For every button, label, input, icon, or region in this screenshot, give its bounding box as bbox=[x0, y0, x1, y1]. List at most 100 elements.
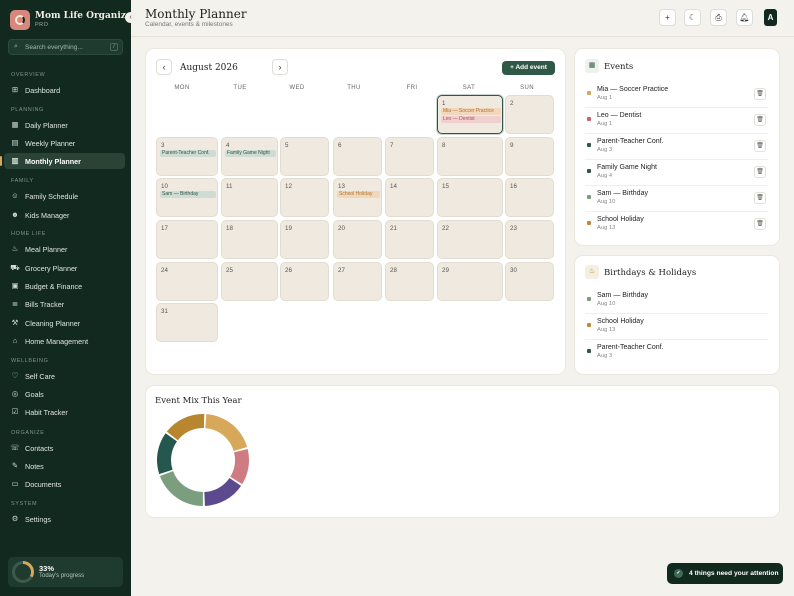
add-event-button[interactable]: + Add event bbox=[502, 61, 555, 75]
sidebar-item-weekly-planner[interactable]: ▤ Weekly Planner bbox=[4, 135, 125, 151]
sidebar-item-monthly-planner[interactable]: ▥ Monthly Planner bbox=[0, 153, 125, 169]
sidebar-item-home-management[interactable]: ⌂ Home Management bbox=[4, 333, 125, 349]
calendar-day[interactable]: 1 Mia — Soccer Practice Leo — Dentist bbox=[437, 95, 503, 134]
event-title[interactable]: Parent-Teacher Conf. bbox=[597, 138, 664, 145]
delete-event-button[interactable]: 🗑︎ bbox=[754, 166, 766, 178]
calendar-event-chip[interactable]: Leo — Dentist bbox=[441, 116, 501, 123]
event-mix-title: Event Mix This Year bbox=[155, 396, 242, 406]
calendar-event-chip[interactable]: School Holiday bbox=[337, 191, 380, 198]
calendar-day[interactable]: 17 bbox=[156, 220, 218, 259]
calendar-day[interactable]: 18 bbox=[221, 220, 278, 259]
delete-event-button[interactable]: 🗑︎ bbox=[754, 114, 766, 126]
donut-slice[interactable] bbox=[166, 414, 205, 441]
weekday-wed: WED bbox=[289, 85, 305, 91]
calendar-day[interactable]: 12 bbox=[280, 178, 329, 217]
calendar-day[interactable]: 29 bbox=[437, 262, 503, 301]
calendar-day[interactable]: 30 bbox=[505, 262, 554, 301]
notifications-button[interactable]: 🔔︎ bbox=[736, 9, 753, 26]
event-title[interactable]: Mia — Soccer Practice bbox=[597, 86, 668, 93]
calendar-event-chip[interactable]: Parent-Teacher Conf. bbox=[160, 150, 216, 157]
calendar-day[interactable]: 4 Family Game Night bbox=[221, 137, 278, 176]
sidebar-item-kids-manager[interactable]: ☻ Kids Manager bbox=[4, 207, 125, 223]
next-month-button[interactable]: › bbox=[272, 59, 288, 75]
sidebar-item-bills-tracker[interactable]: ≣ Bills Tracker bbox=[4, 296, 125, 312]
birthday-title[interactable]: Parent-Teacher Conf. bbox=[597, 344, 664, 351]
calendar-event-chip[interactable]: Sam — Birthday bbox=[160, 191, 216, 198]
calendar-event-chip[interactable]: Mia — Soccer Practice bbox=[441, 108, 501, 115]
sidebar-item-self-care[interactable]: ♡ Self Care bbox=[4, 368, 125, 384]
calendar-day[interactable]: 15 bbox=[437, 178, 503, 217]
birthday-title[interactable]: School Holiday bbox=[597, 318, 644, 325]
delete-event-button[interactable]: 🗑︎ bbox=[754, 140, 766, 152]
calendar-day[interactable]: 28 bbox=[385, 262, 434, 301]
calendar-day[interactable]: 27 bbox=[333, 262, 382, 301]
delete-event-button[interactable]: 🗑︎ bbox=[754, 218, 766, 230]
calendar-event-chip[interactable]: Family Game Night bbox=[225, 150, 276, 157]
search-input[interactable] bbox=[25, 42, 105, 52]
sidebar-item-documents[interactable]: ▭ Documents bbox=[4, 476, 125, 492]
sidebar-item-goals[interactable]: ◎ Goals bbox=[4, 386, 125, 402]
day-number: 19 bbox=[285, 225, 292, 232]
calendar-day[interactable]: 10 Sam — Birthday bbox=[156, 178, 218, 217]
delete-event-button[interactable]: 🗑︎ bbox=[754, 192, 766, 204]
donut-slice[interactable] bbox=[157, 433, 177, 475]
calendar-day[interactable]: 26 bbox=[280, 262, 329, 301]
calendar-icon: ▦ bbox=[11, 120, 19, 129]
search-box[interactable]: ⌕ / bbox=[8, 39, 123, 55]
avatar[interactable]: A bbox=[764, 9, 777, 26]
event-title[interactable]: Leo — Dentist bbox=[597, 112, 641, 119]
calendar-day[interactable]: 8 bbox=[437, 137, 503, 176]
calendar-day[interactable]: 21 bbox=[385, 220, 434, 259]
day-number: 1 bbox=[442, 100, 446, 107]
calendar-day[interactable]: 11 bbox=[221, 178, 278, 217]
sidebar-item-meal-planner[interactable]: ♨ Meal Planner bbox=[4, 241, 125, 257]
calendar-day[interactable]: 19 bbox=[280, 220, 329, 259]
calendar-day[interactable]: 9 bbox=[505, 137, 554, 176]
calendar-day[interactable]: 16 bbox=[505, 178, 554, 217]
add-button[interactable]: + bbox=[659, 9, 676, 26]
calendar-day[interactable]: 2 bbox=[505, 95, 554, 134]
calendar-day[interactable]: 24 bbox=[156, 262, 218, 301]
birthday-title[interactable]: Sam — Birthday bbox=[597, 292, 648, 299]
print-button[interactable]: ⎙ bbox=[710, 9, 727, 26]
calendar-day[interactable]: 6 bbox=[333, 137, 382, 176]
sidebar-item-habit-tracker[interactable]: ☑ Habit Tracker bbox=[4, 404, 125, 420]
collapse-sidebar-button[interactable]: ‹ bbox=[125, 12, 136, 23]
calendar-day[interactable]: 3 Parent-Teacher Conf. bbox=[156, 137, 218, 176]
chevron-left-icon: ‹ bbox=[129, 14, 132, 21]
donut-slice[interactable] bbox=[230, 448, 249, 485]
sidebar-item-settings[interactable]: ⚙ Settings bbox=[4, 511, 125, 527]
day-number: 12 bbox=[285, 183, 292, 190]
sidebar-item-family-schedule[interactable]: ☺ Family Schedule bbox=[4, 188, 125, 204]
donut-slice[interactable] bbox=[205, 414, 248, 451]
calendar-day[interactable]: 20 bbox=[333, 220, 382, 259]
day-number: 22 bbox=[442, 225, 449, 232]
calendar-day[interactable]: 14 bbox=[385, 178, 434, 217]
donut-slice[interactable] bbox=[159, 471, 203, 506]
calendar-day[interactable]: 13 School Holiday bbox=[333, 178, 382, 217]
delete-event-button[interactable]: 🗑︎ bbox=[754, 88, 766, 100]
calendar-day[interactable]: 22 bbox=[437, 220, 503, 259]
sidebar-item-contacts[interactable]: ☏ Contacts bbox=[4, 440, 125, 456]
sidebar-item-dashboard[interactable]: ⊞ Dashboard bbox=[4, 82, 125, 98]
birthday-date: Aug 13 bbox=[597, 327, 616, 333]
sidebar-item-label: Daily Planner bbox=[25, 121, 68, 130]
sidebar-item-budget-finance[interactable]: ▣ Budget & Finance bbox=[4, 278, 125, 294]
brand[interactable]: Mom Life Organizer PRO bbox=[10, 10, 136, 32]
event-title[interactable]: Sam — Birthday bbox=[597, 190, 648, 197]
sidebar-item-grocery-planner[interactable]: ⛟ Grocery Planner bbox=[4, 260, 125, 276]
sidebar-item-daily-planner[interactable]: ▦ Daily Planner bbox=[4, 117, 125, 133]
calendar-day[interactable]: 7 bbox=[385, 137, 434, 176]
calendar-day[interactable]: 5 bbox=[280, 137, 329, 176]
calendar-day[interactable]: 31 bbox=[156, 303, 218, 342]
event-title[interactable]: Family Game Night bbox=[597, 164, 657, 171]
donut-slice[interactable] bbox=[204, 477, 242, 506]
sidebar-item-notes[interactable]: ✎ Notes bbox=[4, 458, 125, 474]
calendar-day[interactable]: 25 bbox=[221, 262, 278, 301]
prev-month-button[interactable]: ‹ bbox=[156, 59, 172, 75]
calendar-day[interactable]: 23 bbox=[505, 220, 554, 259]
event-title[interactable]: School Holiday bbox=[597, 216, 644, 223]
theme-toggle-button[interactable]: ☾ bbox=[684, 9, 701, 26]
sidebar-item-cleaning-planner[interactable]: ⚒ Cleaning Planner bbox=[4, 315, 125, 331]
attention-toast[interactable]: ✓ 4 things need your attention bbox=[667, 563, 783, 584]
